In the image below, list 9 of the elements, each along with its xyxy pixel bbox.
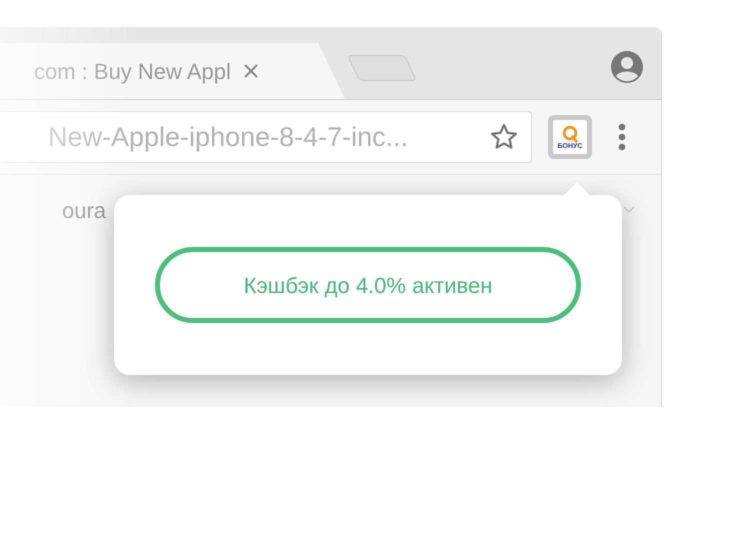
cashback-status: Кэшбэк до 4.0% активен bbox=[155, 247, 581, 323]
profile-icon[interactable] bbox=[611, 51, 643, 83]
bookmark-text[interactable]: oura bbox=[62, 194, 106, 226]
browser-tab[interactable]: com : Buy New Appl bbox=[0, 43, 345, 99]
logo bbox=[561, 124, 579, 142]
close-icon[interactable] bbox=[242, 63, 259, 79]
star-icon[interactable] bbox=[489, 122, 519, 152]
address-bar[interactable]: New-Apple-iphone-8-4-7-inc... bbox=[0, 111, 532, 163]
menu-button[interactable] bbox=[618, 123, 626, 151]
